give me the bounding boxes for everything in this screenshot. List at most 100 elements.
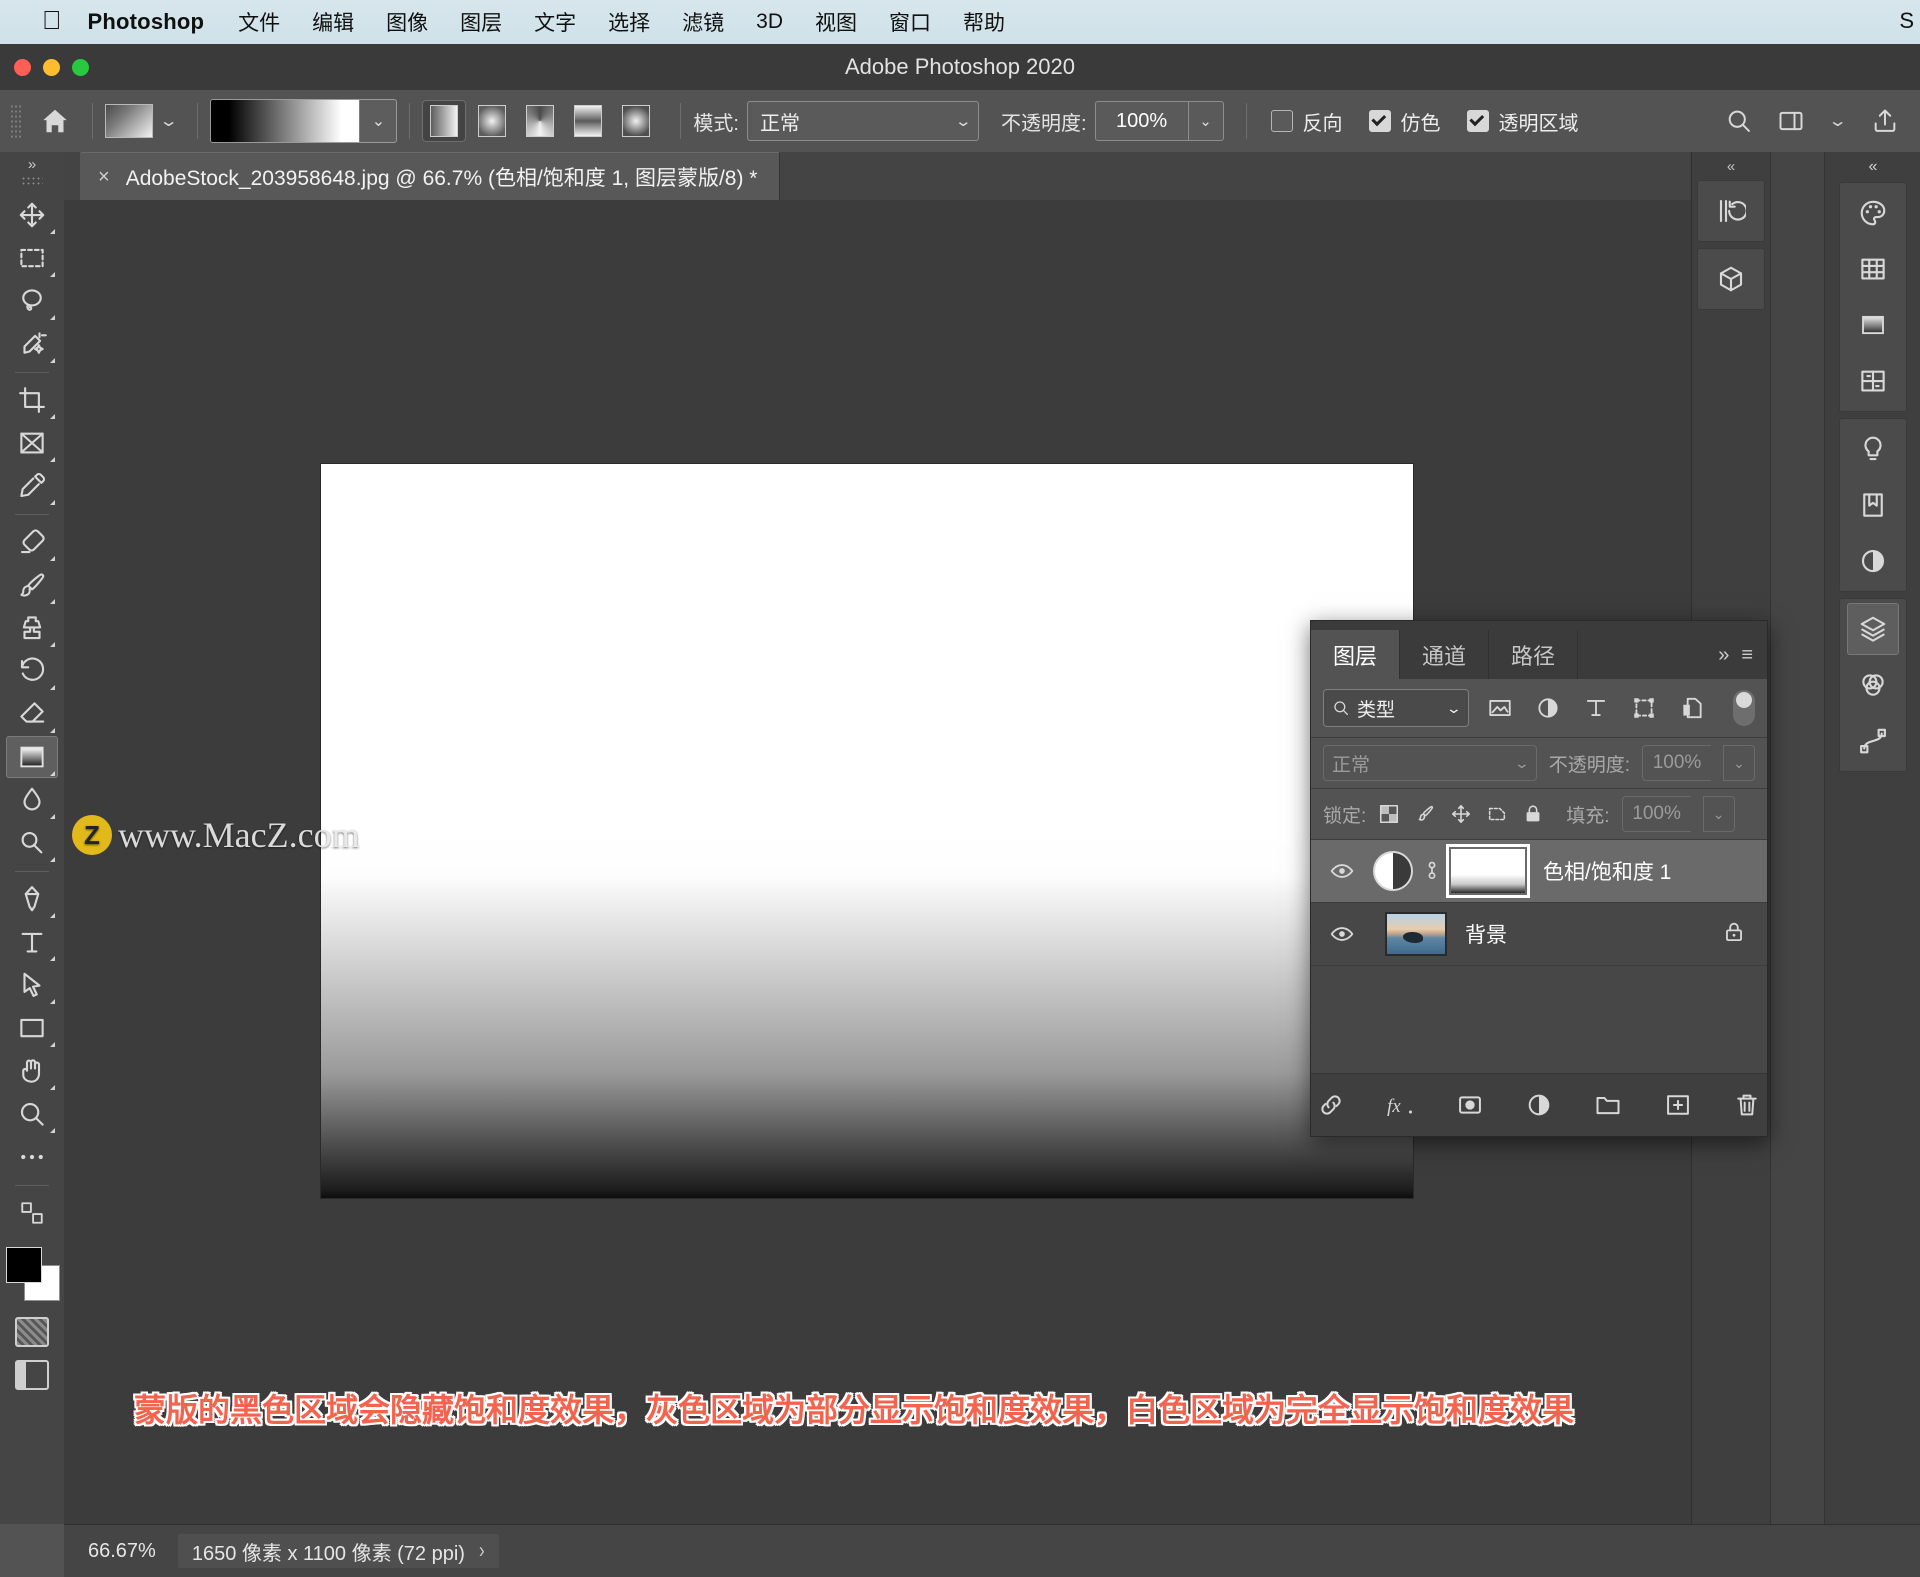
menu-item-image[interactable]: 图像 — [386, 7, 428, 37]
foreground-color-swatch[interactable] — [6, 1247, 42, 1283]
gradients-icon[interactable] — [1847, 299, 1899, 351]
lock-all-icon[interactable] — [1522, 803, 1544, 825]
new-adjustment-layer-icon[interactable] — [1519, 1085, 1558, 1125]
adjustments-bulb-icon[interactable] — [1847, 423, 1899, 475]
spot-healing-brush-tool[interactable] — [6, 521, 58, 563]
menu-item-3d[interactable]: 3D — [756, 10, 783, 34]
lock-artboard-icon[interactable] — [1486, 803, 1508, 825]
menubar-overflow-icon[interactable]: S — [1899, 8, 1914, 34]
menu-item-view[interactable]: 视图 — [815, 7, 857, 37]
layer-mask-thumbnail[interactable] — [1446, 844, 1530, 898]
3d-panel-icon[interactable] — [1705, 253, 1757, 305]
filter-enable-toggle[interactable] — [1733, 690, 1755, 726]
menu-item-filter[interactable]: 滤镜 — [682, 7, 724, 37]
edit-toolbar-icon[interactable] — [6, 1192, 58, 1234]
home-icon[interactable] — [30, 98, 80, 144]
menu-item-file[interactable]: 文件 — [238, 7, 280, 37]
hand-tool[interactable] — [6, 1050, 58, 1092]
type-tool[interactable] — [6, 921, 58, 963]
close-icon[interactable]: × — [98, 166, 110, 189]
menu-item-layer[interactable]: 图层 — [460, 7, 502, 37]
dodge-tool[interactable] — [6, 822, 58, 864]
workspace-icon[interactable] — [1770, 100, 1812, 142]
layer-style-fx-icon[interactable]: fx — [1380, 1085, 1419, 1125]
linear-gradient-type[interactable] — [422, 100, 467, 142]
gradient-preset-swatch[interactable] — [105, 104, 153, 138]
layer-fill-input[interactable]: 100% — [1621, 796, 1691, 832]
menu-item-type[interactable]: 文字 — [534, 7, 576, 37]
search-icon[interactable] — [1718, 100, 1760, 142]
document-size-info[interactable]: 1650 像素 x 1100 像素 (72 ppi) › — [177, 1534, 499, 1568]
chevron-down-icon[interactable]: ⌄ — [1187, 101, 1224, 141]
link-mask-icon[interactable] — [1421, 858, 1443, 884]
tools-expand-icon[interactable]: » — [28, 156, 36, 174]
menu-item-select[interactable]: 选择 — [608, 7, 650, 37]
new-layer-icon[interactable] — [1658, 1085, 1697, 1125]
table-row[interactable]: 背景 — [1311, 903, 1767, 966]
dock-collapse-icon-2[interactable]: « — [1869, 158, 1878, 176]
properties-circle-icon[interactable] — [1847, 535, 1899, 587]
pixel-filter-icon[interactable] — [1483, 691, 1517, 725]
reverse-checkbox[interactable]: 反向 — [1270, 107, 1343, 136]
pen-tool[interactable] — [6, 878, 58, 920]
path-selection-tool[interactable] — [6, 964, 58, 1006]
collapse-panel-icon[interactable]: » — [1718, 644, 1729, 667]
table-row[interactable]: 色相/饱和度 1 — [1311, 840, 1767, 903]
zoom-tool[interactable] — [6, 1093, 58, 1135]
patterns-icon[interactable] — [1847, 355, 1899, 407]
color-icon[interactable] — [1847, 187, 1899, 239]
maximize-window-button[interactable] — [72, 58, 89, 76]
menu-item-edit[interactable]: 编辑 — [312, 7, 354, 37]
rectangle-shape-tool[interactable] — [6, 1007, 58, 1049]
angle-gradient-type[interactable] — [518, 100, 562, 142]
minimize-window-button[interactable] — [43, 58, 60, 76]
more-tools[interactable] — [6, 1136, 58, 1178]
diamond-gradient-type[interactable] — [614, 100, 658, 142]
opacity-stepper[interactable]: 100% ⌄ — [1094, 101, 1224, 141]
marquee-select-tool[interactable] — [6, 237, 58, 279]
adjustment-filter-icon[interactable] — [1531, 691, 1565, 725]
delete-layer-icon[interactable] — [1728, 1085, 1767, 1125]
close-window-button[interactable] — [14, 58, 31, 76]
lock-position-icon[interactable] — [1450, 803, 1472, 825]
color-swatches[interactable] — [4, 1245, 60, 1301]
adjustment-layer-thumbnail[interactable] — [1373, 851, 1413, 891]
apple-logo-icon[interactable]:  — [42, 7, 62, 33]
layer-visibility-toggle[interactable] — [1311, 921, 1373, 947]
tab-channels[interactable]: 通道 — [1400, 630, 1490, 679]
history-brush-tool[interactable] — [6, 650, 58, 692]
blend-mode-select[interactable]: 正常 ⌄ — [746, 101, 979, 141]
panel-menu-icon[interactable]: ≡ — [1741, 644, 1753, 667]
new-group-icon[interactable] — [1589, 1085, 1628, 1125]
paths-icon[interactable] — [1847, 715, 1899, 767]
zoom-level[interactable]: 66.67% — [64, 1540, 178, 1563]
reflected-gradient-type[interactable] — [566, 100, 610, 142]
layer-opacity-input[interactable]: 100% — [1642, 745, 1711, 781]
chevron-down-icon[interactable]: ⌄ — [359, 100, 396, 142]
opacity-input[interactable]: 100% — [1094, 101, 1188, 141]
frame-tool[interactable] — [6, 422, 58, 464]
layer-visibility-toggle[interactable] — [1311, 858, 1373, 884]
libraries-icon[interactable] — [1847, 479, 1899, 531]
screen-mode-toggle[interactable] — [6, 1354, 58, 1396]
link-layers-icon[interactable] — [1311, 1085, 1350, 1125]
lock-image-pixels-icon[interactable] — [1414, 803, 1436, 825]
layer-thumbnail[interactable] — [1385, 912, 1447, 956]
share-icon[interactable] — [1864, 100, 1906, 142]
chevron-right-icon[interactable]: › — [479, 1538, 485, 1564]
quick-select-tool[interactable] — [6, 323, 58, 365]
dock-collapse-icon[interactable]: « — [1727, 158, 1735, 175]
options-bar-grip[interactable] — [10, 104, 22, 138]
transparency-checkbox[interactable]: 透明区域 — [1466, 107, 1579, 136]
radial-gradient-type[interactable] — [470, 100, 514, 142]
lock-transparent-pixels-icon[interactable] — [1378, 803, 1400, 825]
gradient-preview[interactable] — [211, 100, 360, 142]
chevron-down-icon[interactable]: ⌄ — [1723, 745, 1755, 781]
dither-checkbox[interactable]: 仿色 — [1368, 107, 1441, 136]
eraser-tool[interactable] — [6, 693, 58, 735]
image-canvas[interactable] — [321, 464, 1413, 1198]
eyedropper-tool[interactable] — [6, 465, 58, 507]
clone-stamp-tool[interactable] — [6, 607, 58, 649]
history-icon[interactable] — [1705, 185, 1757, 237]
channels-icon[interactable] — [1847, 659, 1899, 711]
